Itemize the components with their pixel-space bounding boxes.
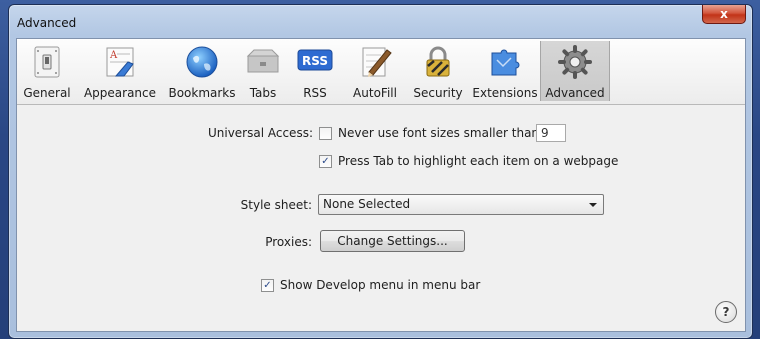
- preferences-window: Advanced x General A Appearance Bookmark…: [8, 4, 753, 339]
- chevron-down-icon: [589, 203, 597, 207]
- preferences-toolbar: General A Appearance Bookmarks Tabs RSS …: [17, 39, 745, 105]
- tab-extensions-label: Extensions: [472, 86, 538, 100]
- tab-bookmarks-label: Bookmarks: [168, 86, 236, 100]
- min-font-size-field[interactable]: 9: [536, 124, 566, 142]
- window-title: Advanced: [17, 16, 77, 30]
- rss-badge-text: RSS: [302, 54, 328, 68]
- min-font-checkbox[interactable]: [319, 127, 332, 140]
- tab-general-label: General: [23, 86, 71, 100]
- proxies-label: Proxies:: [265, 235, 312, 249]
- tab-tabs[interactable]: Tabs: [243, 41, 283, 101]
- tab-bookmarks[interactable]: Bookmarks: [167, 41, 237, 101]
- pencil-icon: [362, 47, 392, 77]
- tab-security[interactable]: Security: [410, 41, 466, 101]
- close-icon: x: [720, 7, 728, 21]
- close-button[interactable]: x: [702, 5, 746, 24]
- tabs-icon: [246, 49, 280, 73]
- lock-icon: [426, 46, 450, 77]
- tab-general[interactable]: General: [21, 41, 73, 101]
- change-settings-button[interactable]: Change Settings...: [320, 230, 465, 252]
- switch-icon: [34, 46, 60, 78]
- min-font-checkbox-label: Never use font sizes smaller than: [338, 126, 540, 140]
- tab-extensions[interactable]: Extensions: [470, 41, 540, 101]
- tab-autofill-label: AutoFill: [353, 86, 397, 100]
- preferences-panel: General A Appearance Bookmarks Tabs RSS …: [16, 38, 746, 332]
- universal-access-label: Universal Access:: [207, 126, 313, 140]
- tab-tabs-label: Tabs: [249, 86, 277, 100]
- tab-advanced-label: Advanced: [545, 86, 605, 100]
- style-sheet-value: None Selected: [323, 197, 411, 211]
- tab-autofill[interactable]: AutoFill: [346, 41, 404, 101]
- develop-menu-checkbox[interactable]: ✓: [261, 279, 274, 292]
- help-button[interactable]: ?: [715, 301, 737, 323]
- rss-icon: RSS: [297, 49, 333, 71]
- tab-appearance-label: Appearance: [83, 86, 157, 100]
- tab-rss[interactable]: RSS RSS: [295, 41, 335, 101]
- help-icon: ?: [722, 305, 730, 319]
- tab-highlight-checkbox[interactable]: ✓: [319, 155, 332, 168]
- globe-icon: [186, 46, 218, 78]
- tab-appearance[interactable]: A Appearance: [75, 41, 165, 101]
- tab-rss-label: RSS: [303, 86, 327, 100]
- develop-menu-checkbox-label: Show Develop menu in menu bar: [280, 278, 481, 292]
- tab-highlight-checkbox-label: Press Tab to highlight each item on a we…: [338, 154, 619, 168]
- style-sheet-select[interactable]: None Selected: [318, 194, 604, 215]
- style-sheet-label: Style sheet:: [240, 198, 312, 212]
- appearance-icon: A: [106, 47, 134, 77]
- title-bar[interactable]: Advanced x: [9, 5, 752, 37]
- puzzle-icon: [491, 49, 520, 76]
- svg-text:A: A: [109, 50, 118, 61]
- tab-security-label: Security: [413, 86, 463, 100]
- advanced-settings: Universal Access: Never use font sizes s…: [17, 105, 745, 331]
- gear-icon: [558, 45, 592, 79]
- tab-advanced[interactable]: Advanced: [540, 41, 610, 101]
